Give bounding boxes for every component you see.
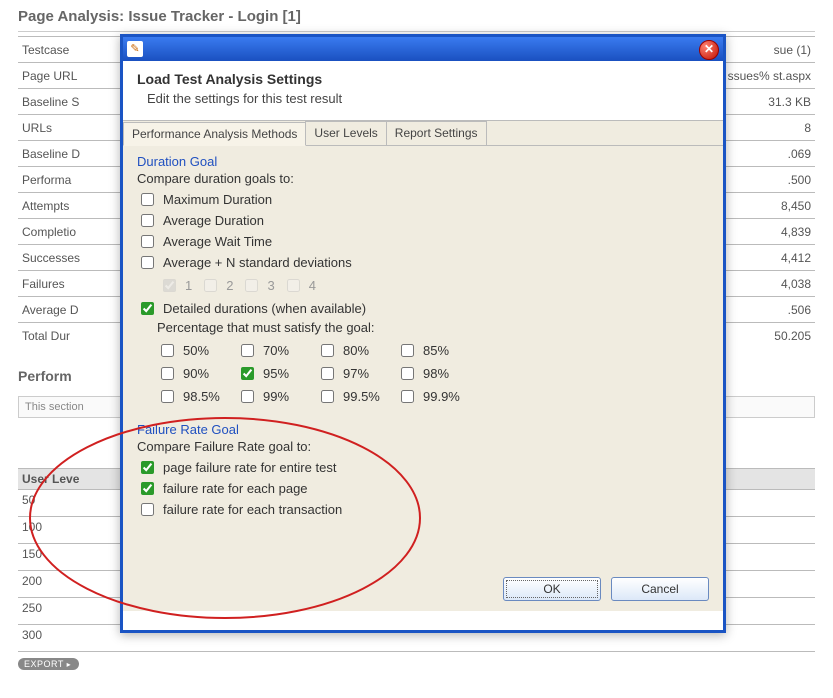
checkbox-pct-80%[interactable]: 80%	[317, 341, 387, 360]
checkbox-duration-3-input[interactable]	[141, 256, 154, 269]
checkbox-detailed-durations-label: Detailed durations (when available)	[163, 301, 366, 316]
checkbox-pct-99.5%[interactable]: 99.5%	[317, 387, 387, 406]
checkbox-detailed-durations-input[interactable]	[141, 302, 154, 315]
checkbox-n-1: 1	[159, 276, 192, 295]
app-icon: ✎	[127, 41, 143, 57]
checkbox-pct-98%[interactable]: 98%	[397, 364, 467, 383]
checkbox-pct-99%-label: 99%	[263, 389, 289, 404]
ok-button[interactable]: OK	[503, 577, 601, 601]
checkbox-n-3-input	[245, 279, 258, 292]
duration-compare-label: Compare duration goals to:	[137, 171, 709, 186]
checkbox-pct-98%-input[interactable]	[401, 367, 414, 380]
checkbox-duration-2[interactable]: Average Wait Time	[137, 232, 709, 251]
checkbox-n-1-label: 1	[185, 278, 192, 293]
close-icon[interactable]: ✕	[699, 40, 719, 60]
tab-performance-analysis[interactable]: Performance Analysis Methods	[123, 122, 306, 146]
checkbox-failure-1-input[interactable]	[141, 482, 154, 495]
checkbox-duration-2-input[interactable]	[141, 235, 154, 248]
cancel-button[interactable]: Cancel	[611, 577, 709, 601]
checkbox-pct-99.5%-label: 99.5%	[343, 389, 380, 404]
checkbox-pct-90%[interactable]: 90%	[157, 364, 227, 383]
checkbox-n-2-label: 2	[226, 278, 233, 293]
checkbox-duration-0-input[interactable]	[141, 193, 154, 206]
checkbox-failure-2-input[interactable]	[141, 503, 154, 516]
checkbox-pct-99.5%-input[interactable]	[321, 390, 334, 403]
checkbox-duration-1-label: Average Duration	[163, 213, 264, 228]
checkbox-failure-0[interactable]: page failure rate for entire test	[137, 458, 709, 477]
checkbox-pct-80%-input[interactable]	[321, 344, 334, 357]
checkbox-n-1-input	[163, 279, 176, 292]
checkbox-n-2-input	[204, 279, 217, 292]
checkbox-pct-50%-input[interactable]	[161, 344, 174, 357]
checkbox-pct-70%-input[interactable]	[241, 344, 254, 357]
tabs: Performance Analysis Methods User Levels…	[123, 121, 723, 146]
checkbox-pct-98%-label: 98%	[423, 366, 449, 381]
checkbox-pct-98.5%[interactable]: 98.5%	[157, 387, 227, 406]
checkbox-pct-97%-label: 97%	[343, 366, 369, 381]
checkbox-pct-99.9%-input[interactable]	[401, 390, 414, 403]
checkbox-pct-50%[interactable]: 50%	[157, 341, 227, 360]
checkbox-pct-98.5%-label: 98.5%	[183, 389, 220, 404]
checkbox-n-4-label: 4	[309, 278, 316, 293]
export-button[interactable]: EXPORT	[18, 658, 79, 670]
checkbox-n-3: 3	[241, 276, 274, 295]
checkbox-pct-90%-input[interactable]	[161, 367, 174, 380]
dialog-header: Load Test Analysis Settings Edit the set…	[123, 61, 723, 121]
dialog-titlebar[interactable]: ✎ ✕	[123, 37, 723, 61]
checkbox-pct-99%[interactable]: 99%	[237, 387, 307, 406]
checkbox-pct-85%-input[interactable]	[401, 344, 414, 357]
checkbox-pct-98.5%-input[interactable]	[161, 390, 174, 403]
checkbox-pct-97%[interactable]: 97%	[317, 364, 387, 383]
checkbox-failure-0-input[interactable]	[141, 461, 154, 474]
checkbox-failure-1[interactable]: failure rate for each page	[137, 479, 709, 498]
checkbox-pct-50%-label: 50%	[183, 343, 209, 358]
checkbox-n-3-label: 3	[267, 278, 274, 293]
checkbox-duration-2-label: Average Wait Time	[163, 234, 272, 249]
checkbox-n-4: 4	[283, 276, 316, 295]
checkbox-n-4-input	[287, 279, 300, 292]
checkbox-pct-95%[interactable]: 95%	[237, 364, 307, 383]
checkbox-duration-0-label: Maximum Duration	[163, 192, 272, 207]
dialog-title: Load Test Analysis Settings	[137, 71, 709, 87]
checkbox-pct-90%-label: 90%	[183, 366, 209, 381]
checkbox-duration-0[interactable]: Maximum Duration	[137, 190, 709, 209]
checkbox-failure-1-label: failure rate for each page	[163, 481, 308, 496]
page-title: Page Analysis: Issue Tracker - Login [1]	[18, 0, 815, 32]
checkbox-pct-95%-label: 95%	[263, 366, 289, 381]
checkbox-pct-70%[interactable]: 70%	[237, 341, 307, 360]
checkbox-failure-2-label: failure rate for each transaction	[163, 502, 342, 517]
tab-user-levels[interactable]: User Levels	[305, 121, 386, 145]
checkbox-duration-1-input[interactable]	[141, 214, 154, 227]
checkbox-pct-85%[interactable]: 85%	[397, 341, 467, 360]
checkbox-pct-80%-label: 80%	[343, 343, 369, 358]
checkbox-pct-99.9%-label: 99.9%	[423, 389, 460, 404]
checkbox-duration-1[interactable]: Average Duration	[137, 211, 709, 230]
dialog-subtitle: Edit the settings for this test result	[137, 91, 709, 106]
duration-goal-group: Duration Goal	[137, 154, 709, 169]
checkbox-failure-2[interactable]: failure rate for each transaction	[137, 500, 709, 519]
checkbox-duration-3[interactable]: Average + N standard deviations	[137, 253, 709, 272]
tab-report-settings[interactable]: Report Settings	[386, 121, 487, 145]
checkbox-pct-70%-label: 70%	[263, 343, 289, 358]
checkbox-pct-85%-label: 85%	[423, 343, 449, 358]
failure-rate-group: Failure Rate Goal	[137, 422, 709, 437]
checkbox-pct-99.9%[interactable]: 99.9%	[397, 387, 467, 406]
checkbox-pct-99%-input[interactable]	[241, 390, 254, 403]
failure-compare-label: Compare Failure Rate goal to:	[137, 439, 709, 454]
pct-label: Percentage that must satisfy the goal:	[157, 320, 709, 335]
checkbox-pct-97%-input[interactable]	[321, 367, 334, 380]
checkbox-pct-95%-input[interactable]	[241, 367, 254, 380]
checkbox-failure-0-label: page failure rate for entire test	[163, 460, 336, 475]
checkbox-detailed-durations[interactable]: Detailed durations (when available)	[137, 299, 709, 318]
checkbox-n-2: 2	[200, 276, 233, 295]
settings-dialog: ✎ ✕ Load Test Analysis Settings Edit the…	[120, 34, 726, 633]
checkbox-duration-3-label: Average + N standard deviations	[163, 255, 352, 270]
